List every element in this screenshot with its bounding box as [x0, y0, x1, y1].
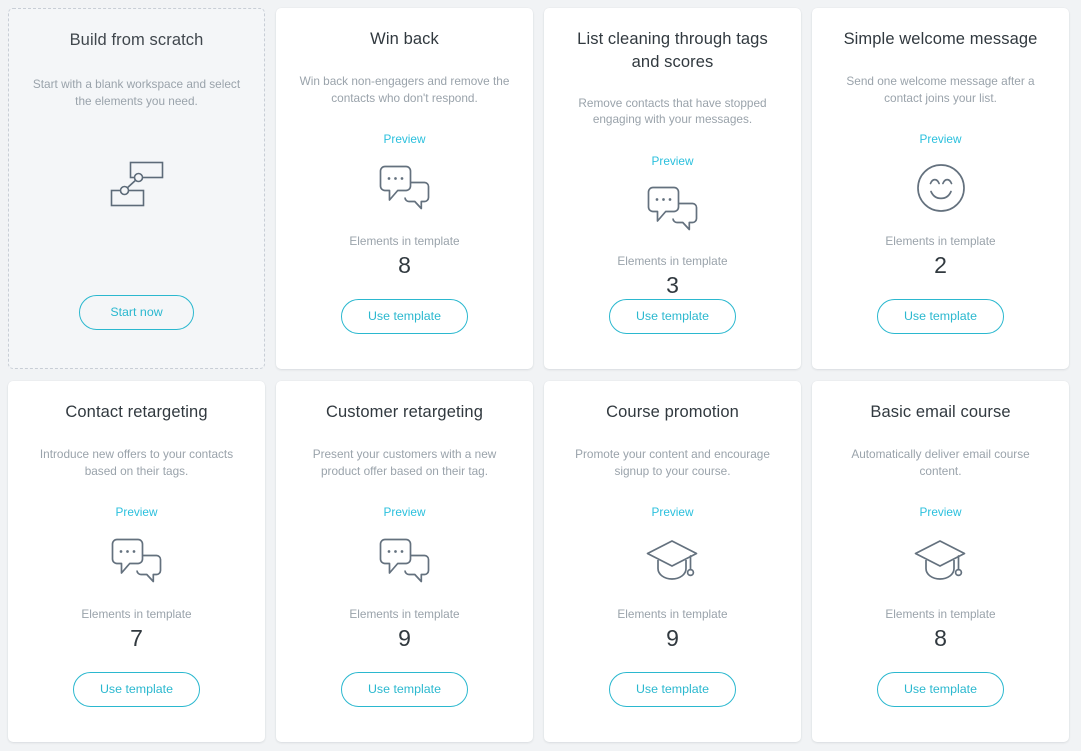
elements-count: 2: [934, 251, 947, 279]
graduation-cap-icon: [645, 534, 701, 588]
elements-count: 9: [666, 624, 679, 652]
chat-bubbles-icon: [378, 534, 432, 588]
elements-in-template-label: Elements in template: [617, 606, 727, 622]
use-template-button[interactable]: Use template: [341, 299, 468, 334]
card-title: List cleaning through tags and scores: [566, 28, 779, 73]
chat-bubbles-icon: [110, 534, 164, 588]
elements-count: 9: [398, 624, 411, 652]
elements-in-template-label: Elements in template: [349, 606, 459, 622]
elements-count: 3: [666, 271, 679, 299]
template-card-customer-retargeting[interactable]: Customer retargeting Present your custome…: [276, 381, 533, 742]
use-template-button[interactable]: Use template: [609, 672, 736, 707]
card-title: Basic email course: [870, 401, 1010, 424]
preview-link[interactable]: Preview: [384, 504, 426, 520]
use-template-button[interactable]: Use template: [609, 299, 736, 334]
use-template-button[interactable]: Use template: [877, 672, 1004, 707]
card-description: Send one welcome message after a contact…: [834, 73, 1047, 106]
card-description: Introduce new offers to your contacts ba…: [30, 446, 243, 479]
template-card-basic-email-course[interactable]: Basic email course Automatically deliver …: [812, 381, 1069, 742]
card-title: Build from scratch: [70, 29, 204, 52]
card-title: Course promotion: [606, 401, 739, 424]
elements-in-template-label: Elements in template: [885, 606, 995, 622]
use-template-button[interactable]: Use template: [73, 672, 200, 707]
template-card-contact-retargeting[interactable]: Contact retargeting Introduce new offers …: [8, 381, 265, 742]
preview-link[interactable]: Preview: [652, 153, 694, 169]
card-title: Contact retargeting: [65, 401, 207, 424]
card-title: Simple welcome message: [844, 28, 1038, 51]
workflow-nodes-icon: [107, 157, 167, 211]
chat-bubbles-icon: [378, 161, 432, 215]
elements-count: 7: [130, 624, 143, 652]
card-description: Present your customers with a new produc…: [298, 446, 511, 479]
elements-in-template-label: Elements in template: [617, 253, 727, 269]
preview-link[interactable]: Preview: [920, 131, 962, 147]
template-gallery-grid: Build from scratch Start with a blank wor…: [0, 0, 1081, 742]
card-description: Start with a blank workspace and select …: [31, 76, 242, 109]
template-card-simple-welcome-message[interactable]: Simple welcome message Send one welcome m…: [812, 8, 1069, 369]
elements-count: 8: [934, 624, 947, 652]
card-description: Promote your content and encourage signu…: [566, 446, 779, 479]
template-card-course-promotion[interactable]: Course promotion Promote your content and…: [544, 381, 801, 742]
card-description: Remove contacts that have stopped engagi…: [566, 95, 779, 128]
template-card-list-cleaning-through-tags-and-scores[interactable]: List cleaning through tags and scores Rem…: [544, 8, 801, 369]
elements-in-template-label: Elements in template: [349, 233, 459, 249]
card-title: Customer retargeting: [326, 401, 483, 424]
preview-link[interactable]: Preview: [920, 504, 962, 520]
graduation-cap-icon: [913, 534, 969, 588]
card-description: Win back non-engagers and remove the con…: [298, 73, 511, 106]
use-template-button[interactable]: Use template: [877, 299, 1004, 334]
card-title: Win back: [370, 28, 439, 51]
preview-link[interactable]: Preview: [116, 504, 158, 520]
template-card-win-back[interactable]: Win back Win back non-engagers and remove…: [276, 8, 533, 369]
card-description: Automatically deliver email course conte…: [834, 446, 1047, 479]
preview-link[interactable]: Preview: [384, 131, 426, 147]
use-template-button[interactable]: Use template: [341, 672, 468, 707]
smiley-face-icon: [916, 161, 966, 215]
template-card-build-from-scratch[interactable]: Build from scratch Start with a blank wor…: [8, 8, 265, 369]
elements-in-template-label: Elements in template: [885, 233, 995, 249]
start-now-button[interactable]: Start now: [79, 295, 193, 330]
elements-count: 8: [398, 251, 411, 279]
elements-in-template-label: Elements in template: [81, 606, 191, 622]
preview-link[interactable]: Preview: [652, 504, 694, 520]
chat-bubbles-icon: [646, 183, 700, 235]
